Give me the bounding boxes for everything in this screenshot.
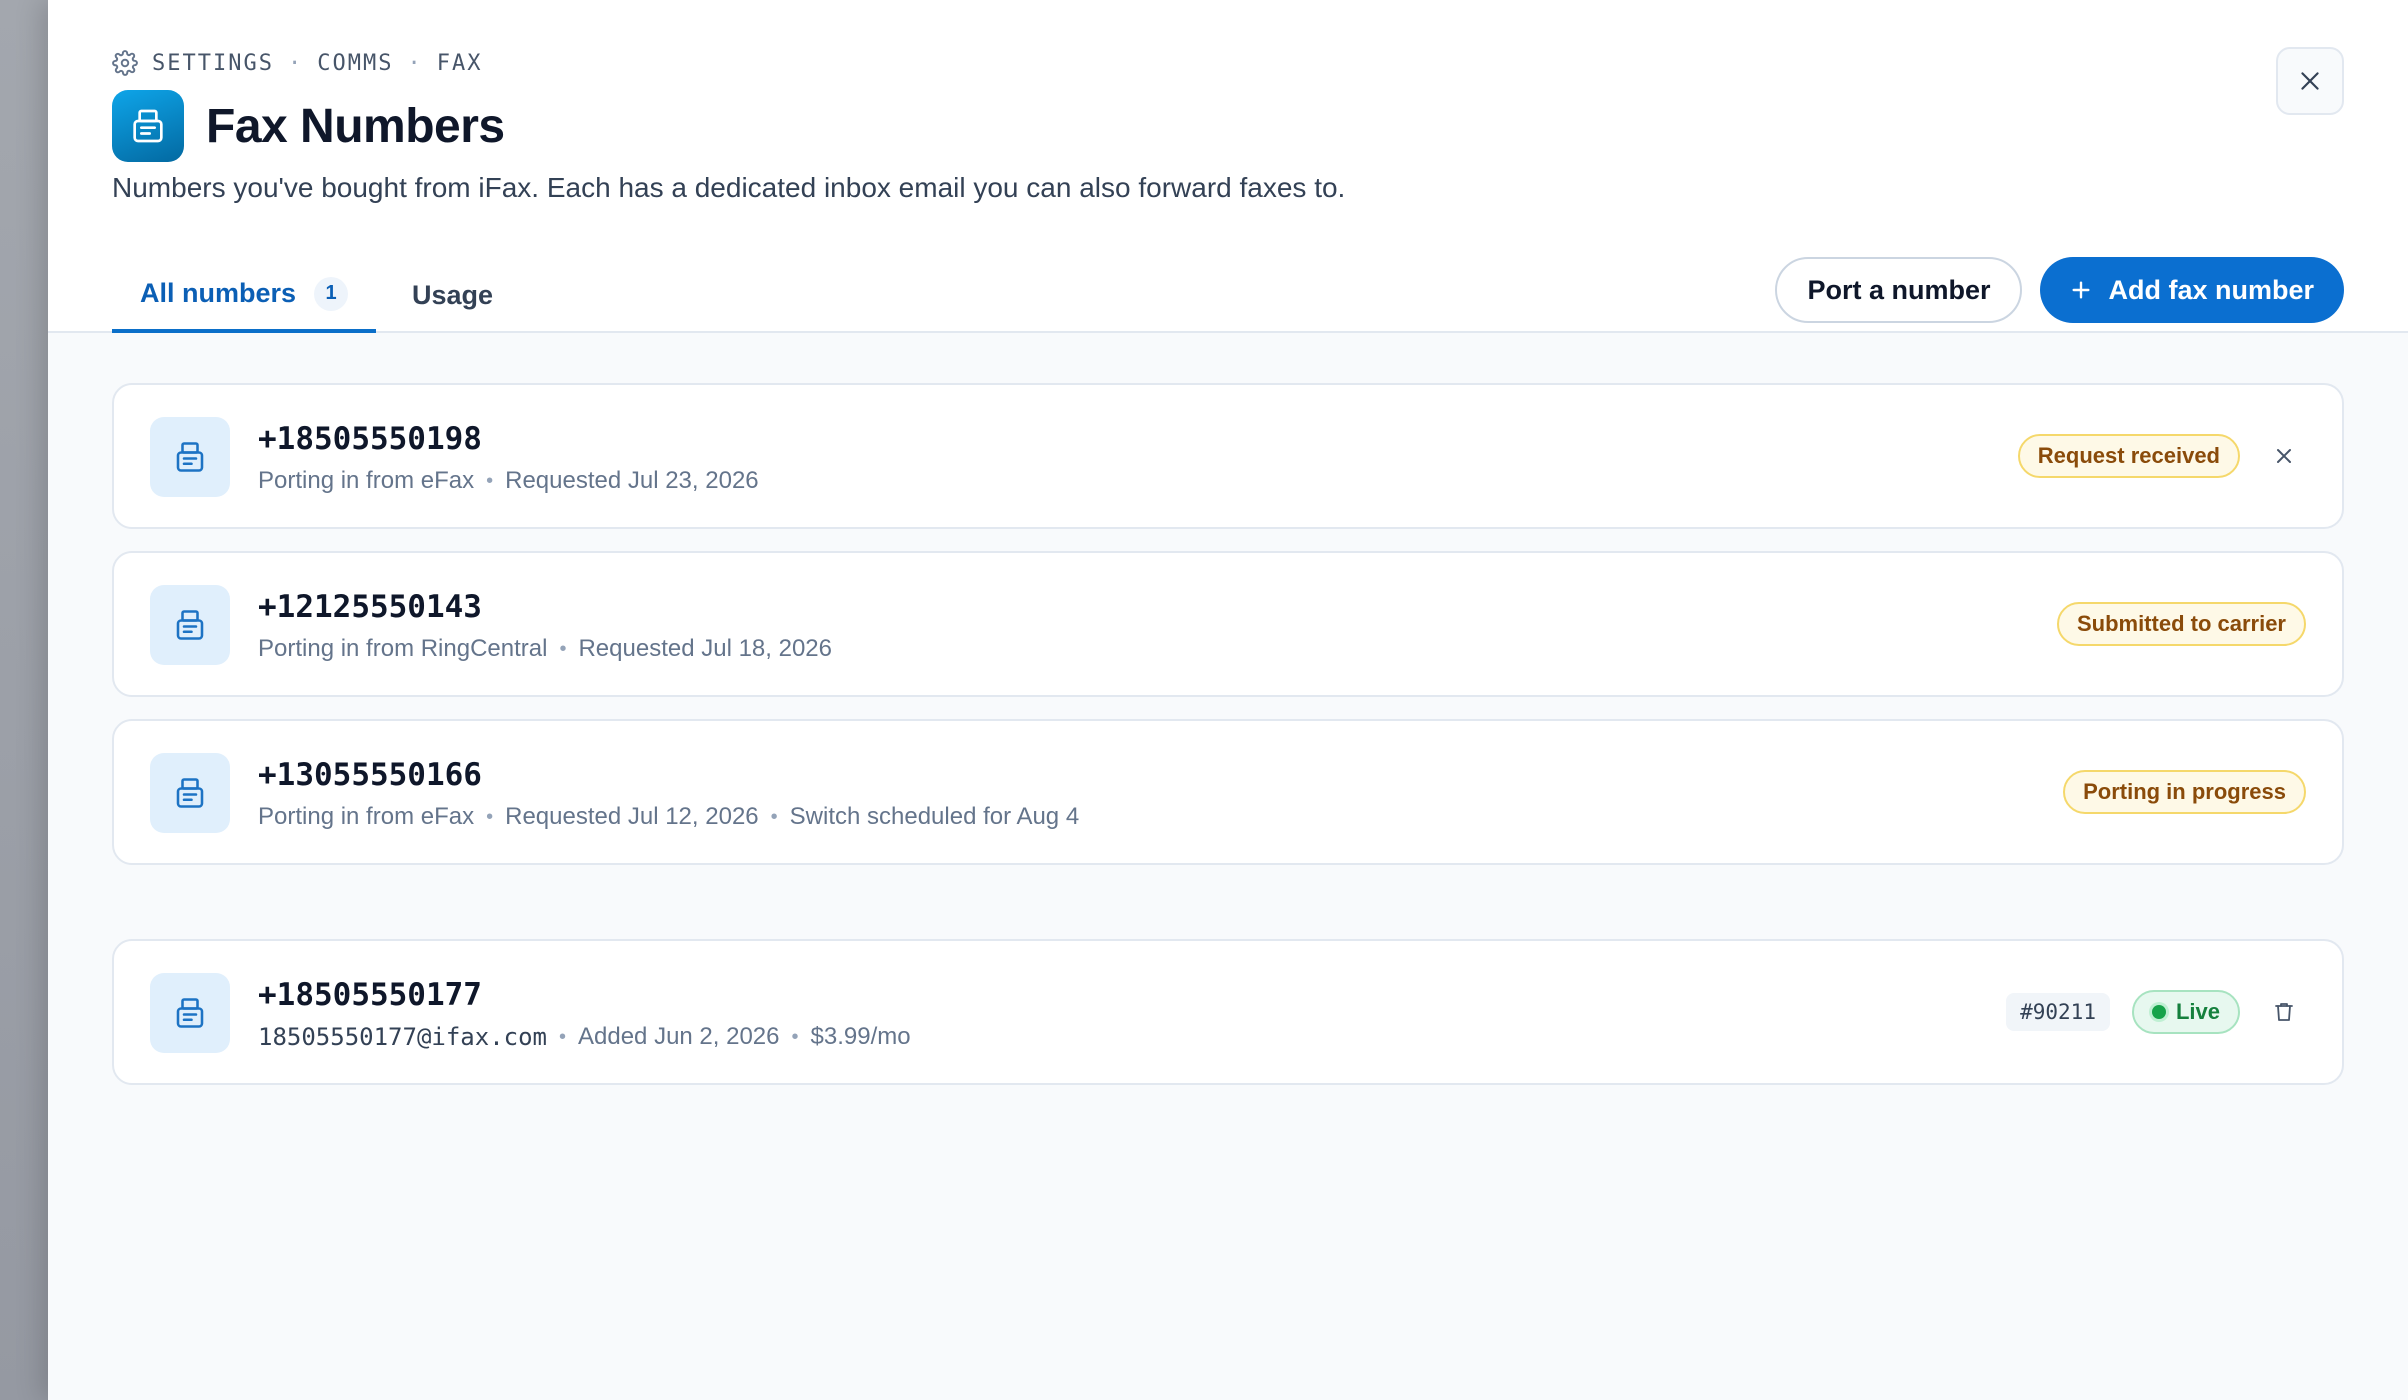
add-fax-number-button[interactable]: Add fax number	[2040, 257, 2344, 323]
meta-separator: •	[559, 637, 567, 660]
tab-usage-label: Usage	[412, 280, 494, 310]
close-button[interactable]	[2276, 47, 2344, 115]
breadcrumb: SETTINGS · COMMS · FAX	[112, 48, 482, 78]
porting-meta: Porting in from eFax • Requested Jul 12,…	[258, 803, 1079, 831]
switch-scheduled: Switch scheduled for Aug 4	[789, 803, 1080, 830]
meta-separator: •	[558, 1025, 566, 1048]
meta-separator: •	[791, 1025, 799, 1048]
porting-source: Porting in from eFax	[258, 467, 475, 494]
breadcrumb-separator: ·	[407, 50, 423, 76]
inbox-email[interactable]: 18505550177@ifax.com	[258, 1023, 547, 1051]
breadcrumb-settings[interactable]: SETTINGS	[152, 51, 274, 76]
tab-all-numbers[interactable]: All numbers 1	[112, 258, 377, 333]
number-id-chip: #90211	[2006, 993, 2110, 1031]
status-badge: Submitted to carrier	[2056, 602, 2306, 646]
tab-all-numbers-label: All numbers	[140, 278, 297, 308]
cancel-port-button[interactable]	[2262, 434, 2306, 478]
meta-separator: •	[486, 469, 494, 492]
tab-usage[interactable]: Usage	[376, 258, 521, 333]
tab-count-badge: 1	[314, 276, 349, 311]
delete-number-button[interactable]	[2262, 990, 2306, 1034]
porting-source: Porting in from RingCentral	[258, 635, 548, 662]
porting-number-card: +12125550143 Porting in from RingCentral…	[112, 551, 2344, 697]
status-label: Live	[2175, 999, 2220, 1024]
porting-number-card: +18505550198 Porting in from eFax • Requ…	[112, 383, 2344, 529]
add-fax-number-label: Add fax number	[2108, 274, 2314, 305]
fax-icon	[150, 585, 230, 665]
fax-icon	[112, 90, 184, 162]
status-badge: Request received	[2017, 434, 2240, 478]
number-meta: 18505550177@ifax.com • Added Jun 2, 2026…	[258, 1023, 911, 1051]
fax-icon	[150, 753, 230, 833]
plus-icon	[2072, 281, 2090, 299]
requested-date: Requested Jul 23, 2026	[505, 467, 759, 494]
page-backdrop[interactable]	[0, 0, 48, 1400]
tab-bar: All numbers 1 Usage	[112, 258, 521, 333]
requested-date: Requested Jul 18, 2026	[578, 635, 832, 662]
porting-number-card: +13055550166 Porting in from eFax • Requ…	[112, 719, 2344, 865]
fax-numbers-panel: SETTINGS · COMMS · FAX Fax Numbers Numbe…	[48, 0, 2408, 1400]
page-title: Fax Numbers	[206, 99, 505, 153]
fax-number: +12125550143	[258, 589, 482, 625]
active-number-card: +18505550177 18505550177@ifax.com • Adde…	[112, 939, 2344, 1085]
port-number-button[interactable]: Port a number	[1775, 257, 2023, 323]
monthly-price: $3.99/mo	[810, 1023, 911, 1050]
fax-number: +18505550177	[258, 977, 482, 1013]
porting-meta: Porting in from eFax • Requested Jul 23,…	[258, 467, 759, 495]
porting-source: Porting in from eFax	[258, 803, 475, 830]
close-icon	[2277, 449, 2291, 463]
status-badge: Porting in progress	[2063, 770, 2306, 814]
breadcrumb-comms[interactable]: COMMS	[317, 51, 393, 76]
requested-date: Requested Jul 12, 2026	[505, 803, 759, 830]
meta-separator: •	[486, 805, 494, 828]
status-badge-live: Live	[2131, 990, 2240, 1034]
card-right: Porting in progress	[2063, 721, 2306, 863]
fax-icon	[150, 417, 230, 497]
page-subtitle: Numbers you've bought from iFax. Each ha…	[112, 172, 1346, 203]
live-dot-icon	[2151, 1005, 2166, 1019]
fax-icon	[150, 973, 230, 1053]
card-right: #90211 Live	[2006, 941, 2306, 1083]
card-right: Submitted to carrier	[2056, 553, 2306, 695]
close-icon	[2301, 72, 2319, 90]
panel-header: SETTINGS · COMMS · FAX Fax Numbers Numbe…	[48, 0, 2408, 333]
fax-number: +13055550166	[258, 757, 482, 793]
gear-icon	[112, 50, 138, 76]
title-row: Fax Numbers	[112, 90, 505, 162]
header-actions: Port a number Add fax number	[1775, 257, 2344, 323]
meta-separator: •	[770, 805, 778, 828]
added-date: Added Jun 2, 2026	[578, 1023, 780, 1050]
fax-number: +18505550198	[258, 421, 482, 457]
breadcrumb-separator: ·	[287, 50, 304, 76]
card-right: Request received	[2017, 385, 2306, 527]
porting-meta: Porting in from RingCentral • Requested …	[258, 635, 832, 663]
breadcrumb-fax: FAX	[436, 50, 483, 76]
trash-icon	[2275, 1003, 2293, 1021]
